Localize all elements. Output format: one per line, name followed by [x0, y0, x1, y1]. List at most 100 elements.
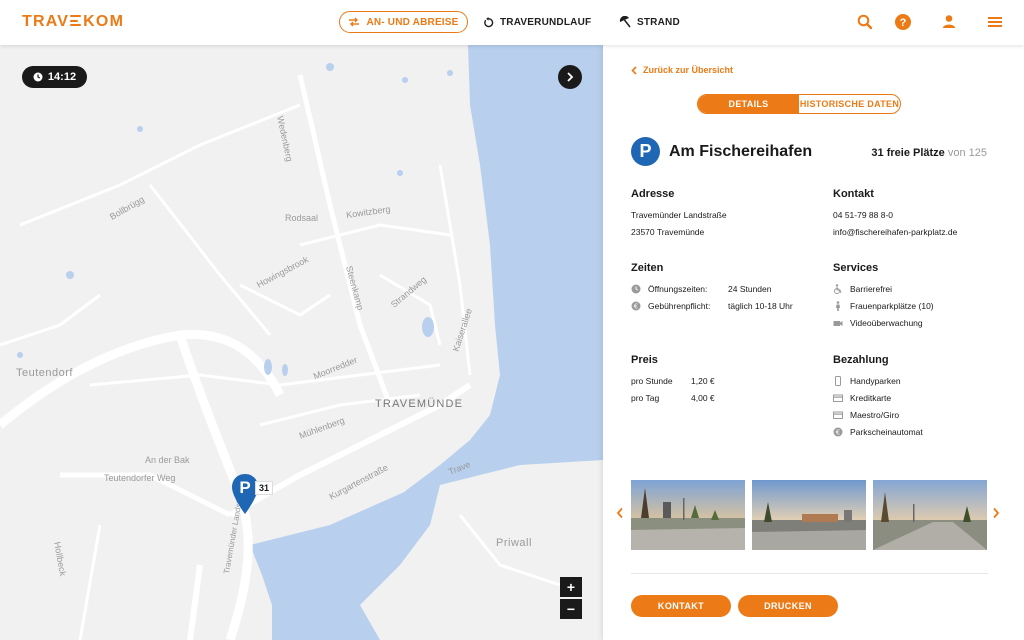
map-label-travemuende: TRAVEMÜNDE: [375, 398, 464, 410]
help-icon[interactable]: ?: [894, 13, 912, 31]
chevron-left-icon: [631, 65, 637, 75]
detail-tabs: DETAILS HISTORISCHE DATEN: [697, 94, 901, 114]
contact-heading: Kontakt: [833, 188, 874, 200]
payment-label: Handyparken: [850, 376, 901, 386]
euro-icon: €: [631, 301, 641, 311]
chevron-right-icon: [567, 72, 574, 82]
time-value: 14:12: [47, 71, 77, 83]
free-spaces: 31 freie Plätze von 125: [871, 147, 987, 159]
nav-strand-label: STRAND: [637, 16, 680, 28]
back-label: Zurück zur Übersicht: [643, 65, 734, 75]
rotate-icon: [484, 16, 494, 27]
price-key: pro Tag: [631, 393, 660, 403]
price-value: 1,20 €: [691, 376, 715, 386]
menu-icon[interactable]: [986, 13, 1004, 31]
phone-icon: [833, 376, 843, 386]
times-row: Öffnungszeiten: 24 Stunden: [631, 284, 771, 294]
detail-panel: Zurück zur Übersicht DETAILS HISTORISCHE…: [603, 45, 1024, 640]
camera-icon: [833, 318, 843, 328]
gallery-next-icon[interactable]: [992, 507, 1000, 519]
services-heading: Services: [833, 262, 879, 274]
gallery-photo-1-image: [631, 480, 745, 550]
address-heading: Adresse: [631, 188, 675, 200]
price-heading: Preis: [631, 354, 658, 366]
map-next-button[interactable]: [558, 65, 582, 89]
gallery-photo-2-image: [752, 480, 866, 550]
credit-card-icon: [833, 393, 843, 403]
price-key: pro Stunde: [631, 376, 673, 386]
svg-text:€: €: [634, 303, 638, 311]
parking-marker-count: 31: [255, 481, 274, 495]
gallery-photo-2[interactable]: [752, 480, 866, 550]
svg-text:?: ?: [900, 17, 907, 29]
map-label-rodsaal: Rodsaal: [285, 213, 319, 223]
map-label-teutendorf: Teutendorf: [16, 367, 73, 379]
nav-arrival-departure[interactable]: AN- UND ABREISE: [339, 11, 468, 33]
price-row: pro Stunde 1,20 €: [631, 376, 715, 386]
map-label-priwall: Priwall: [496, 537, 532, 549]
logo-suffix: KOM: [83, 13, 125, 30]
service-item: Barrierefrei: [833, 284, 892, 294]
service-item: Frauenparkplätze (10): [833, 301, 934, 311]
gallery-photo-1[interactable]: [631, 480, 745, 550]
payment-item: € Parkscheinautomat: [833, 427, 923, 437]
parking-icon: P: [631, 137, 660, 166]
service-label: Frauenparkplätze (10): [850, 301, 934, 311]
total-spaces: von 125: [947, 147, 987, 159]
tab-details[interactable]: DETAILS: [698, 95, 799, 113]
gallery-photo-3-image: [873, 480, 987, 550]
nav-strand[interactable]: STRAND: [619, 11, 680, 33]
clock-icon: [631, 284, 641, 294]
gallery-photo-3[interactable]: [873, 480, 987, 550]
clock-icon: [33, 72, 43, 82]
debit-card-icon: [833, 410, 843, 420]
logo-prefix: TRAV: [22, 13, 70, 30]
payment-label: Maestro/Giro: [850, 410, 900, 420]
contact-phone[interactable]: 04 51-79 88 8-0: [833, 210, 893, 220]
svg-text:€: €: [836, 429, 840, 437]
nav-traverundlauf[interactable]: TRAVERUNDLAUF: [483, 11, 591, 33]
payment-label: Parkscheinautomat: [850, 427, 923, 437]
payment-item: Kreditkarte: [833, 393, 891, 403]
times-fee-key: Gebührenpflicht:: [648, 301, 711, 311]
service-item: Videoüberwachung: [833, 318, 923, 328]
beach-umbrella-icon: [619, 16, 631, 28]
payment-item: Maestro/Giro: [833, 410, 899, 420]
map-view[interactable]: Wedenberg Bollbrügg Rodsaal Kowitzberg H…: [0, 45, 603, 640]
parking-title: Am Fischereihafen: [669, 143, 813, 160]
contact-button[interactable]: KONTAKT: [631, 595, 731, 617]
zoom-in-button[interactable]: +: [560, 577, 582, 597]
times-fee-value: täglich 10-18 Uhr: [728, 301, 793, 311]
payment-item: Handyparken: [833, 376, 901, 386]
free-spaces-count: 31 freie Plätze: [871, 147, 945, 159]
logo-e-mark: [70, 14, 82, 27]
address-city: 23570 Travemünde: [631, 227, 705, 237]
times-opening-value: 24 Stunden: [728, 284, 772, 294]
user-icon[interactable]: [940, 13, 958, 31]
woman-icon: [833, 301, 843, 311]
nav-traverundlauf-label: TRAVERUNDLAUF: [500, 16, 592, 28]
travekom-logo[interactable]: TRAV KOM: [22, 13, 124, 31]
parking-pin-letter: P: [239, 478, 250, 497]
times-opening-key: Öffnungszeiten:: [648, 284, 708, 294]
payment-label: Kreditkarte: [850, 393, 892, 403]
search-icon[interactable]: [856, 13, 874, 31]
tab-historical-data[interactable]: HISTORISCHE DATEN: [799, 95, 900, 113]
price-row: pro Tag 4,00 €: [631, 393, 715, 403]
service-label: Videoüberwachung: [850, 318, 923, 328]
print-button[interactable]: DRUCKEN: [738, 595, 838, 617]
map-label-teutendorfer-weg: Teutendorfer Weg: [104, 473, 176, 483]
gallery-prev-icon[interactable]: [616, 507, 624, 519]
section-divider: [631, 573, 988, 574]
swap-arrows-icon: [349, 17, 360, 27]
times-heading: Zeiten: [631, 262, 664, 274]
back-to-overview-link[interactable]: Zurück zur Übersicht: [631, 65, 733, 75]
nav-arrival-departure-label: AN- UND ABREISE: [366, 16, 459, 28]
map-label-an-der-bak: An der Bak: [145, 455, 190, 465]
euro-coin-icon: €: [833, 427, 843, 437]
time-badge: 14:12: [22, 66, 87, 88]
price-value: 4,00 €: [691, 393, 715, 403]
times-row: € Gebührenpflicht: täglich 10-18 Uhr: [631, 301, 793, 311]
contact-email[interactable]: info@fischereihafen-parkplatz.de: [833, 227, 957, 237]
zoom-out-button[interactable]: −: [560, 599, 582, 619]
